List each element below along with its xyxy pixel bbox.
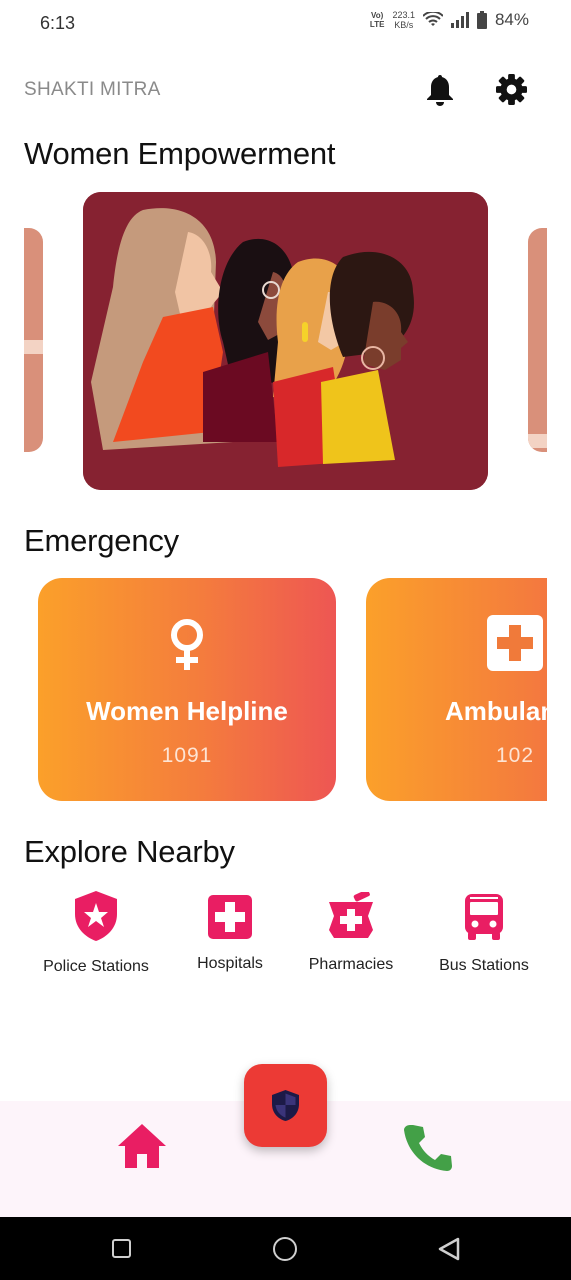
status-indicators: Vo) LTE 223.1 KB/s 84% [370,10,529,30]
emergency-card-name: Women Helpline [86,696,288,726]
network-speed: 223.1 KB/s [392,10,415,30]
police-stations-button[interactable]: Police Stations [36,890,156,976]
security-shield-icon [272,1090,299,1121]
explore-item-label: Pharmacies [308,956,394,973]
explore-item-label: Police Stations [43,958,149,975]
signal-icon [450,12,469,28]
women-empowerment-heading: Women Empowerment [24,136,336,171]
police-shield-icon [75,891,117,941]
female-symbol-icon [171,619,203,670]
bus-icon [465,894,503,940]
volte-indicator: Vo) LTE [369,11,385,29]
explore-item-label: Bus Stations [439,957,529,974]
carousel-next-slide[interactable] [528,228,547,452]
explore-item-label: Hospitals [197,955,263,972]
medical-cross-icon [487,615,543,671]
recent-apps-icon[interactable] [112,1239,131,1258]
pharmacy-mortar-icon [329,892,373,938]
status-time: 6:13 [40,13,76,33]
system-navigation-bar [0,1217,571,1280]
security-fab-button[interactable] [244,1064,327,1147]
emergency-card-name: Ambulance [445,696,547,726]
back-icon[interactable] [438,1237,460,1261]
home-icon[interactable] [118,1124,166,1168]
emergency-card-clip: Ambulance 102 [366,578,547,801]
women-profiles-illustration [83,192,488,490]
hospitals-button[interactable]: Hospitals [190,890,270,973]
wifi-icon [422,12,443,26]
battery-icon [476,11,487,29]
women-empowerment-banner[interactable] [83,192,488,490]
emergency-heading: Emergency [24,523,179,558]
gear-icon[interactable] [496,74,527,105]
bus-stations-button[interactable]: Bus Stations [432,890,536,975]
explore-nearby-heading: Explore Nearby [24,834,235,869]
bell-icon[interactable] [425,74,455,106]
carousel-prev-slide[interactable] [24,228,43,452]
pharmacies-button[interactable]: Pharmacies [302,890,400,974]
phone-icon[interactable] [404,1125,452,1171]
hospital-cross-icon [208,895,252,939]
emergency-card-number: 1091 [161,744,213,767]
ambulance-card[interactable]: Ambulance 102 [366,578,547,801]
emergency-card-number: 102 [495,744,535,767]
status-bar: 6:13 Vo) LTE 223.1 KB/s 84% [0,0,571,48]
system-home-icon[interactable] [273,1237,297,1261]
app-title: SHAKTI MITRA [24,79,161,100]
battery-percentage: 84% [494,10,529,29]
women-helpline-card[interactable]: Women Helpline 1091 [38,578,336,801]
